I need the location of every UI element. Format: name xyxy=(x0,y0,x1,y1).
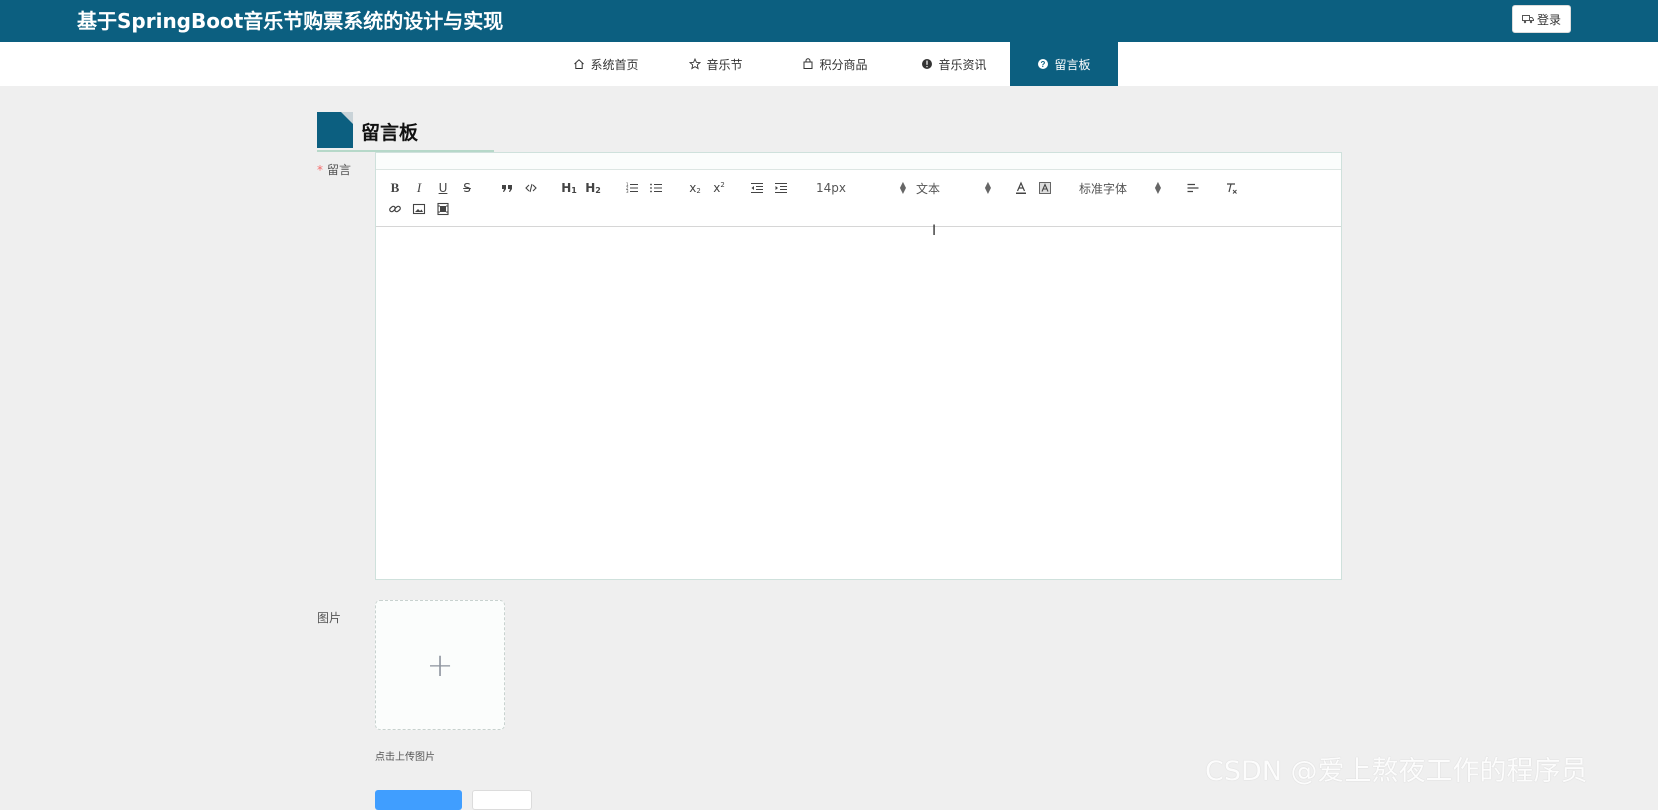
main-nav: 系统首页 音乐节 积分商品 音乐资讯 ? 留言板 xyxy=(0,42,1658,86)
font-size-value: 14px xyxy=(816,181,846,195)
svg-text:3: 3 xyxy=(626,189,629,194)
home-icon xyxy=(574,59,585,69)
quote-icon xyxy=(502,185,512,192)
image-icon xyxy=(412,203,426,215)
bold-button[interactable]: B xyxy=(385,179,405,197)
select-arrows-icon: ▲ ▼ xyxy=(984,180,991,195)
underline-button[interactable]: U xyxy=(433,179,453,197)
editor-top-strip xyxy=(376,153,1341,170)
bag-icon xyxy=(803,58,813,69)
code-icon xyxy=(525,183,537,193)
nav-item-message-board[interactable]: ? 留言板 xyxy=(1010,42,1118,86)
italic-button[interactable]: I xyxy=(409,179,429,197)
image-upload-button[interactable]: + xyxy=(375,600,505,730)
login-button[interactable]: 登录 xyxy=(1512,5,1571,33)
font-family-select[interactable]: 标准字体 ▲ ▼ xyxy=(1079,179,1161,197)
login-label: 登录 xyxy=(1536,12,1561,27)
reset-button[interactable] xyxy=(472,790,532,810)
h2-button[interactable]: H2 xyxy=(583,179,603,197)
required-mark: * xyxy=(317,163,323,177)
header-select[interactable]: 文本 ▲ ▼ xyxy=(916,179,991,197)
font-family-value: 标准字体 xyxy=(1079,181,1128,196)
submit-button[interactable] xyxy=(375,790,462,810)
bullet-list-button[interactable] xyxy=(646,179,666,197)
plus-icon: + xyxy=(426,646,454,684)
nav-label-music-news: 音乐资讯 xyxy=(938,57,987,72)
select-arrows-icon: ▲ ▼ xyxy=(899,180,906,195)
indent-button[interactable] xyxy=(771,179,791,197)
background-color-icon xyxy=(1039,182,1051,194)
nav-item-home[interactable]: 系统首页 xyxy=(558,42,654,86)
message-label-text: 留言 xyxy=(327,163,352,177)
text-color-button[interactable] xyxy=(1011,179,1031,197)
align-left-icon xyxy=(1187,183,1199,193)
image-button[interactable] xyxy=(409,200,429,218)
section-title: 留言板 xyxy=(361,122,419,144)
nav-item-festival[interactable]: 音乐节 xyxy=(680,42,752,86)
info-icon xyxy=(922,59,933,69)
nav-item-music-news[interactable]: 音乐资讯 xyxy=(908,42,1000,86)
video-icon xyxy=(437,202,449,216)
nav-item-points-goods[interactable]: 积分商品 xyxy=(790,42,880,86)
svg-text:?: ? xyxy=(1041,60,1046,69)
strike-button[interactable]: S xyxy=(457,179,477,197)
select-arrows-icon: ▲ ▼ xyxy=(1154,180,1161,195)
code-block-button[interactable] xyxy=(521,179,541,197)
clean-format-button[interactable] xyxy=(1221,179,1241,197)
star-icon xyxy=(689,58,702,70)
subscript-button[interactable]: x2 xyxy=(685,179,705,197)
header-select-value: 文本 xyxy=(916,181,941,196)
nav-label-festival: 音乐节 xyxy=(706,57,743,72)
clear-format-icon xyxy=(1227,183,1237,194)
editor-content-area[interactable] xyxy=(376,227,1341,579)
h1-button[interactable]: H1 xyxy=(559,179,579,197)
csdn-watermark: CSDN @爱上熬夜工作的程序员 xyxy=(1205,756,1588,787)
font-size-select[interactable]: 14px ▲ ▼ xyxy=(816,179,906,197)
message-editor: B I U S H1 H2 123 x2 x2 14px ▲ ▼ 文本 ▲ ▼ 标准… xyxy=(375,152,1342,580)
link-button[interactable] xyxy=(385,200,405,218)
blockquote-button[interactable] xyxy=(497,179,517,197)
ordered-list-button[interactable]: 123 xyxy=(622,179,642,197)
background-color-button[interactable] xyxy=(1035,179,1055,197)
app-title: 基于SpringBoot音乐节购票系统的设计与实现 xyxy=(77,9,504,33)
nav-label-points-goods: 积分商品 xyxy=(819,57,868,72)
image-label: 图片 xyxy=(317,611,342,625)
ordered-list-icon: 123 xyxy=(626,182,638,194)
text-color-icon xyxy=(1016,181,1026,194)
nav-label-message-board: 留言板 xyxy=(1054,57,1091,72)
bullet-list-icon xyxy=(650,183,662,193)
outdent-button[interactable] xyxy=(747,179,767,197)
section-badge xyxy=(317,112,353,148)
top-header: 基于SpringBoot音乐节购票系统的设计与实现 登录 xyxy=(0,0,1658,42)
message-label: * 留言 xyxy=(317,161,351,178)
video-button[interactable] xyxy=(433,200,453,218)
upload-hint: 点击上传图片 xyxy=(375,752,435,763)
align-button[interactable] xyxy=(1183,179,1203,197)
truck-icon xyxy=(1521,15,1534,24)
question-icon: ? xyxy=(1038,59,1049,69)
text-cursor-icon: I xyxy=(932,223,937,239)
nav-label-home: 系统首页 xyxy=(590,57,639,72)
link-icon xyxy=(389,205,401,213)
outdent-icon xyxy=(751,182,763,194)
indent-icon xyxy=(775,182,787,194)
superscript-button[interactable]: x2 xyxy=(709,179,729,197)
